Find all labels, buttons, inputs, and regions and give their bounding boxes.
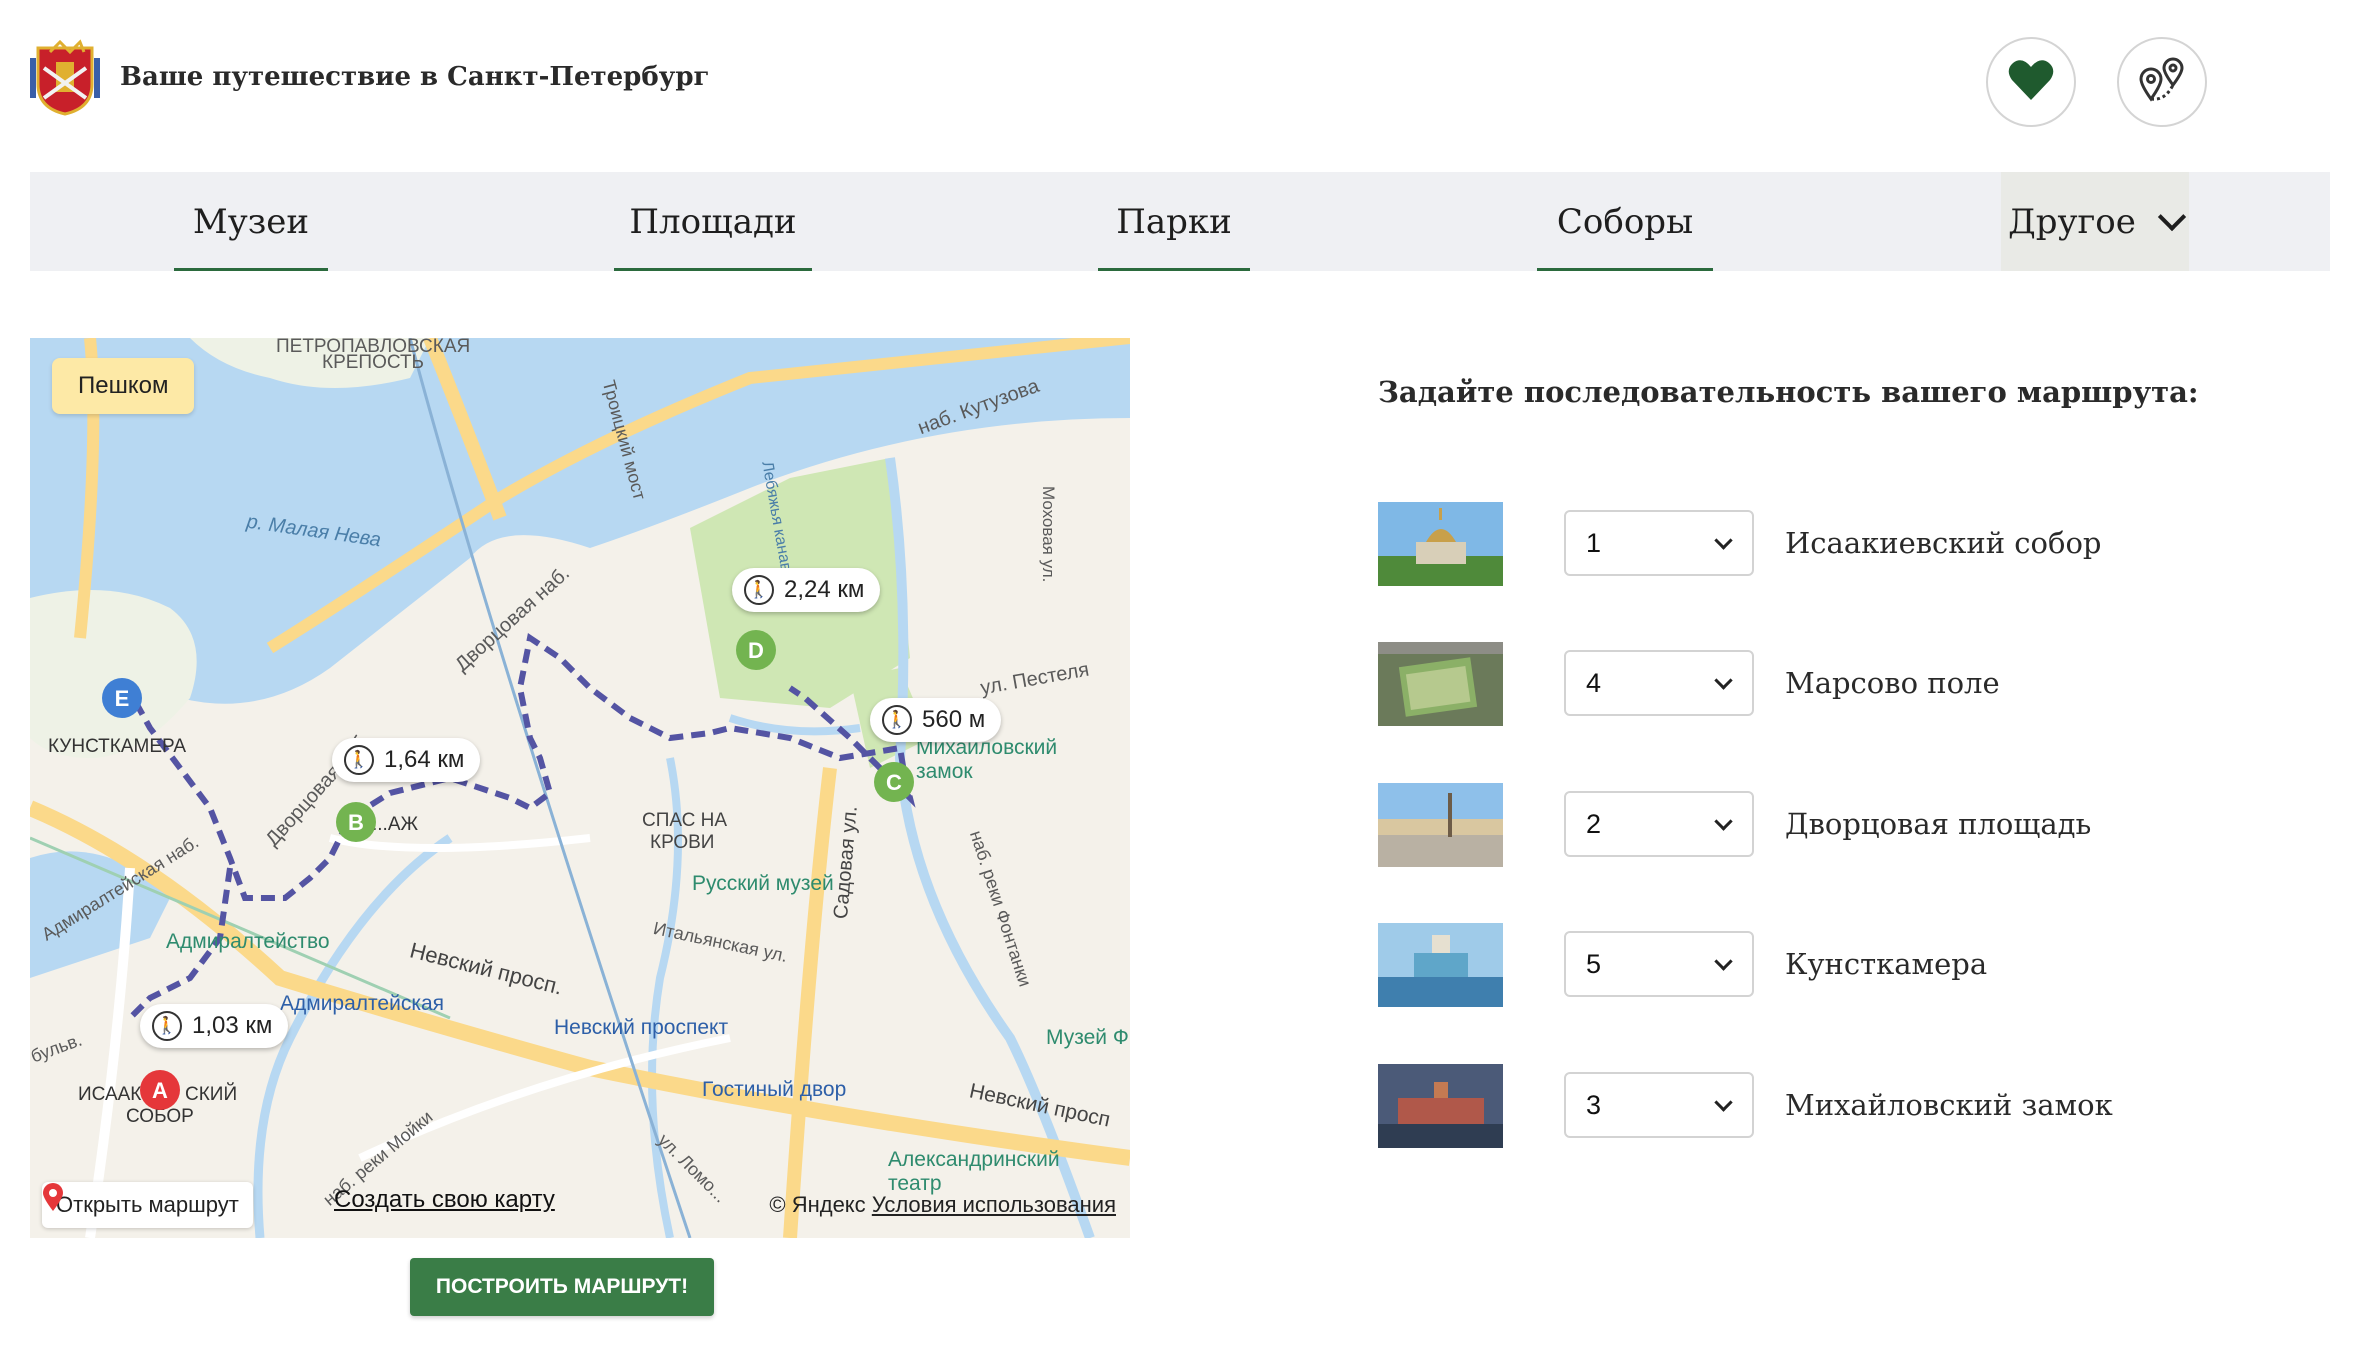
stop-name: Кунсткамера [1785,947,1988,981]
palace-square-photo [1378,783,1503,867]
route-stop-row: 4 Марсово поле [1378,642,2278,726]
nav-item-cathedrals[interactable]: Соборы [1537,172,1713,271]
map-copyright: © Яндекс Условия использования [769,1192,1116,1217]
location-pin-icon [43,1183,63,1211]
stop-name: Марсово поле [1785,666,2000,700]
stop-name: Дворцовая площадь [1785,807,2092,841]
route-map[interactable]: Пешком ПЕТРОПАВЛОВСКАЯ КРЕПОСТЬ Троицкий… [30,338,1130,1238]
nav-item-parks[interactable]: Парки [1098,172,1250,271]
heart-icon [2007,58,2055,106]
route-stop-row: 3 Михайловский замок [1378,1064,2278,1148]
route-button[interactable] [2117,37,2207,127]
marker-a[interactable]: A [140,1070,180,1110]
site-title: Ваше путешествие в Санкт-Петербург [120,62,710,92]
chevron-down-icon [1714,1093,1733,1112]
chevron-down-icon [1714,952,1733,971]
isaac-cathedral-photo [1378,502,1503,586]
stop-name: Исаакиевский собор [1785,526,2102,560]
stop-name: Михайловский замок [1785,1088,2113,1122]
marker-b[interactable]: B [336,802,376,842]
svg-text:E: E [115,686,130,711]
chevron-down-icon [1714,812,1733,831]
build-route-button[interactable]: ПОСТРОИТЬ МАРШРУТ! [410,1258,714,1316]
stop-order-select[interactable]: 2 [1564,791,1754,857]
route-markers: E D C B A [102,630,914,1110]
svg-text:B: B [348,810,364,835]
kunstkamera-photo [1378,923,1503,1007]
svg-text:C: C [886,770,902,795]
marker-e[interactable]: E [102,678,142,718]
stop-order-select[interactable]: 3 [1564,1072,1754,1138]
nav-item-museums[interactable]: Музеи [174,172,328,271]
nav-item-other-dropdown[interactable]: Другое [2001,172,2189,271]
chevron-down-icon [1714,531,1733,550]
create-map-link[interactable]: Создать свою карту [334,1186,555,1214]
terms-link[interactable]: Условия использования [872,1192,1116,1217]
field-of-mars-photo [1378,642,1503,726]
route-stop-row: 1 Исаакиевский собор [1378,502,2278,586]
map-footer: Открыть маршрут Создать свою карту © Янд… [30,1182,1130,1238]
marker-c[interactable]: C [874,762,914,802]
chevron-down-icon [1714,671,1733,690]
route-pins-icon [2137,55,2187,109]
route-heading: Задайте последовательность вашего маршру… [1378,375,2199,409]
route-stop-row: 2 Дворцовая площадь [1378,783,2278,867]
stop-order-select[interactable]: 1 [1564,510,1754,576]
open-route-button[interactable]: Открыть маршрут [42,1182,253,1228]
stop-order-select[interactable]: 4 [1564,650,1754,716]
svg-text:D: D [748,638,764,663]
svg-text:A: A [152,1078,168,1103]
coat-of-arms-icon[interactable] [30,38,100,116]
stop-order-select[interactable]: 5 [1564,931,1754,997]
chevron-down-icon [2157,202,2187,231]
marker-d[interactable]: D [736,630,776,670]
route-stop-row: 5 Кунсткамера [1378,923,2278,1007]
category-nav: Музеи Площади Парки Соборы Другое [30,172,2330,271]
favorites-button[interactable] [1986,37,2076,127]
nav-item-squares[interactable]: Площади [614,172,812,271]
mikhailovsky-castle-photo [1378,1064,1503,1148]
